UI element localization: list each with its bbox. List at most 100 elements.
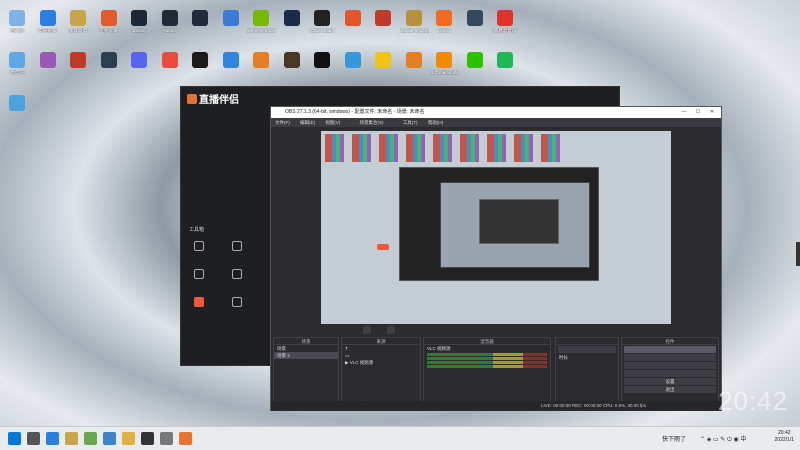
shortcut-label: 王者荣耀 [99,28,118,33]
toolbox-item[interactable] [185,269,213,282]
desktop-shortcut[interactable]: VLC media player [429,52,459,75]
menu-help[interactable]: 帮助(H) [428,120,443,125]
menu-view[interactable]: 视图(V) [325,120,340,125]
desktop-shortcut[interactable]: 网易云音乐 [490,10,520,33]
desktop-shortcut[interactable]: GeForce Experience [246,10,276,33]
desktop-shortcut[interactable]: 英雄联盟 [63,10,93,33]
app-brand: 直播伴侣 [187,91,239,106]
desktop-shortcut[interactable] [185,52,215,70]
start-streaming-button[interactable] [624,346,716,353]
start-recording-button[interactable] [624,354,716,361]
toolbox-item[interactable] [185,241,213,254]
obs-window[interactable]: OBS 27.1.3 (64-bit, windows) - 配置文件: 未命名… [270,106,722,411]
transition-select[interactable] [558,346,616,353]
desktop-shortcut[interactable] [246,52,276,70]
zbb-icon[interactable] [179,432,192,445]
wechat-icon [466,52,483,68]
desktop-shortcut[interactable] [490,52,520,70]
lol-icon[interactable] [65,432,78,445]
desktop-shortcut[interactable] [277,10,307,28]
desktop-shortcut[interactable] [399,52,429,70]
tab-bar [195,113,225,119]
scene-item[interactable]: 场景 [274,345,338,352]
desktop-shortcut[interactable] [368,52,398,70]
desktop-shortcut[interactable]: steam [155,10,185,33]
desktop-shortcut[interactable]: League of Legends [399,10,429,33]
desktop-shortcut[interactable]: 此电脑 [2,52,32,75]
side-panel-handle[interactable] [796,242,800,266]
volume-meter [427,357,547,360]
download-icon [194,269,204,279]
desktop-shortcut[interactable] [307,52,337,70]
steam-icon [131,10,147,26]
minimize-icon[interactable]: — [677,107,691,118]
desktop-shortcut[interactable] [216,10,246,28]
shortcut-label: Origin [437,28,450,33]
game-icon [70,52,86,68]
desktop-shortcut[interactable] [338,52,368,70]
app-icon[interactable] [103,432,116,445]
desktop-shortcut[interactable] [338,10,368,28]
desktop-shortcut[interactable] [63,52,93,70]
desktop-shortcut[interactable]: Steam [124,10,154,33]
game-icon [100,52,117,68]
search-icon[interactable] [27,432,40,445]
menu-edit[interactable]: 编辑(E) [300,120,315,125]
desktop-shortcut[interactable] [368,10,398,28]
exit-button[interactable]: 退出 [624,386,716,393]
sources-header: 来源 [342,338,420,345]
start-icon[interactable] [8,432,21,445]
toolbox-item[interactable] [223,297,251,310]
settings-button[interactable]: 设置 [624,378,716,385]
desktop-shortcut[interactable]: 电脑管家 [33,10,63,33]
source-item[interactable]: T [342,345,420,352]
desktop-shortcut[interactable] [94,52,124,70]
virtual-camera-button[interactable] [624,362,716,369]
weather-text[interactable]: 快下雨了 [662,434,686,443]
desktop-shortcut[interactable] [155,52,185,70]
properties-button[interactable] [363,326,371,334]
close-icon[interactable]: ✕ [705,107,719,118]
desktop-shortcut[interactable] [277,52,307,70]
desktop-shortcut[interactable]: 回收站 [2,10,32,33]
shortcut-label: VLC media player [429,70,459,75]
desktop-shortcut[interactable] [460,10,490,28]
shortcut-label: Steam [132,28,146,33]
desktop-shortcut[interactable] [124,52,154,70]
desktop-shortcut[interactable] [33,52,63,70]
toolbox-item[interactable] [185,297,213,310]
scene-item[interactable]: 场景 2 [274,352,338,359]
preview-canvas[interactable] [321,131,671,324]
menu-scene-collection[interactable]: 场景集合(S) [360,120,384,125]
menu-tools[interactable]: 工具(T) [403,120,418,125]
source-item[interactable]: ▶ VLC 视频源 [342,359,420,366]
desktop-shortcut[interactable] [216,52,246,70]
tray-icons[interactable]: ⌃ ◈ ▭ ✎ ⏻ ◉ 中 [700,434,746,444]
game-icon [283,52,300,68]
shield-icon[interactable] [46,432,59,445]
taskbar-clock[interactable]: 20:42 2022/1/1 [775,430,794,444]
desktop-shortcut[interactable]: Origin [429,10,459,33]
maximize-icon[interactable]: ☐ [691,107,705,118]
nvidia-icon [253,10,269,26]
source-item[interactable]: ▭ [342,352,420,359]
obs-titlebar[interactable]: OBS 27.1.3 (64-bit, windows) - 配置文件: 未命名… [271,107,721,118]
game-icon [375,10,391,26]
obs-icon[interactable] [141,432,154,445]
desktop-shortcut[interactable]: 王者荣耀 [94,10,124,33]
lol-icon [405,10,422,26]
folder-icon[interactable] [122,432,135,445]
toolbox-item[interactable] [223,241,251,254]
desktop-shortcut[interactable] [185,10,215,28]
desktop-shortcut[interactable] [460,52,490,70]
shortcut-label: GeForce Experience [246,28,276,33]
desktop-shortcut[interactable] [2,95,32,113]
lol-icon [70,10,86,26]
studio-mode-button[interactable] [624,370,716,377]
app-icon[interactable] [160,432,173,445]
toolbox-item[interactable] [223,269,251,282]
menu-file[interactable]: 文件(F) [275,120,290,125]
app-icon[interactable] [84,432,97,445]
desktop-shortcut[interactable]: OBS Studio [307,10,337,33]
filters-button[interactable] [387,326,395,334]
